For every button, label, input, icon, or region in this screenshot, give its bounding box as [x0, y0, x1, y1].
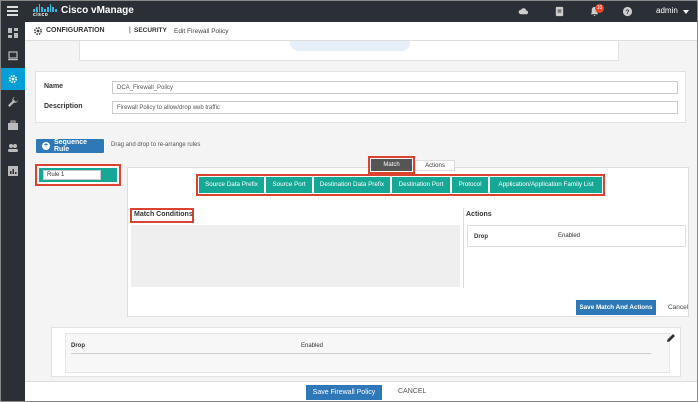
add-sequence-rule-button[interactable]: + Sequence Rule — [36, 139, 104, 153]
actions-title: Actions — [466, 211, 492, 218]
filter-destination-data-prefix[interactable]: Destination Data Prefix — [314, 177, 390, 193]
monitor-icon — [8, 51, 18, 61]
sidebar — [1, 22, 25, 401]
plus-icon: + — [42, 142, 50, 150]
svg-text:?: ? — [626, 9, 630, 16]
sidebar-item-analytics[interactable] — [1, 160, 25, 182]
policy-name-field[interactable]: DCA_Firewall_Policy — [112, 81, 678, 94]
sidebar-item-tools[interactable] — [1, 91, 25, 113]
filter-application-family-list[interactable]: Application/Application Family List — [490, 177, 602, 193]
description-label: Description — [44, 103, 83, 110]
summary-action-name: Drop — [71, 343, 85, 349]
sidebar-item-monitor[interactable] — [1, 45, 25, 67]
brand-text: cisco — [33, 12, 49, 18]
user-menu[interactable]: admin — [656, 6, 678, 15]
wrench-icon — [8, 97, 18, 107]
action-name: Drop — [474, 234, 488, 240]
chevron-down-icon[interactable] — [683, 10, 689, 14]
hamburger-menu-icon[interactable] — [7, 6, 18, 16]
action-row: Drop Enabled — [467, 225, 686, 247]
filter-protocol[interactable]: Protocol — [452, 177, 488, 193]
breadcrumb-separator: | — [129, 27, 131, 34]
filter-destination-port[interactable]: Destination Port — [392, 177, 450, 193]
drag-hint: Drag and drop to re-arrange rules — [111, 142, 201, 148]
panel-divider — [463, 208, 464, 288]
filter-source-port[interactable]: Source Port — [266, 177, 312, 193]
policy-overview-panel — [79, 41, 619, 61]
match-conditions-area — [131, 225, 460, 287]
gear-icon — [33, 26, 43, 36]
breadcrumb: CONFIGURATION | SECURITY Edit Firewall P… — [25, 22, 697, 41]
cancel-button[interactable]: CANCEL — [398, 388, 426, 395]
page-title: Edit Firewall Policy — [174, 28, 229, 35]
cancel-rule-button[interactable]: Cancel — [668, 304, 688, 311]
breadcrumb-configuration[interactable]: CONFIGURATION — [46, 27, 105, 34]
tab-match[interactable]: Match — [371, 159, 412, 171]
sidebar-item-maintenance[interactable] — [1, 114, 25, 136]
notification-badge: 10 — [595, 4, 604, 13]
rule-name-input[interactable]: Rule 1 — [43, 170, 101, 180]
match-conditions-title: Match Conditions — [134, 211, 193, 218]
policy-description-field[interactable]: Firewall Policy to allow/drop web traffi… — [112, 101, 678, 114]
app-title: Cisco vManage — [61, 5, 134, 16]
app-window: cisco Cisco vManage 10 ? admin CONFIGURA… — [0, 0, 698, 402]
sidebar-item-dashboard[interactable] — [1, 22, 25, 44]
sequence-rule-label: Sequence Rule — [53, 139, 88, 153]
top-bar: cisco Cisco vManage 10 ? admin — [1, 1, 697, 22]
toolbox-icon — [8, 120, 18, 130]
sidebar-item-configuration[interactable] — [1, 68, 25, 90]
action-value: Enabled — [558, 233, 581, 239]
overview-pill — [290, 41, 410, 51]
policy-info-panel: Name DCA_Firewall_Policy Description Fir… — [35, 71, 686, 123]
tab-actions[interactable]: Actions — [415, 160, 455, 171]
summary-action-value: Enabled — [301, 343, 324, 349]
users-icon — [8, 144, 18, 152]
rule-summary-panel: Drop Enabled — [51, 327, 681, 377]
rule-item[interactable]: Rule 1 — [35, 164, 121, 186]
dashboard-icon — [8, 28, 18, 38]
rule-item-bar: Rule 1 — [39, 168, 117, 182]
chart-icon — [8, 166, 18, 176]
cisco-logo: cisco — [33, 4, 58, 19]
sidebar-item-administration[interactable] — [1, 137, 25, 159]
summary-row: Drop Enabled — [71, 340, 651, 354]
gear-icon — [8, 74, 18, 84]
breadcrumb-security[interactable]: SECURITY — [134, 27, 167, 34]
cloud-icon[interactable] — [518, 6, 529, 17]
save-firewall-policy-button[interactable]: Save Firewall Policy — [306, 385, 382, 400]
summary-content: Drop Enabled — [65, 333, 670, 373]
help-icon[interactable]: ? — [622, 6, 633, 17]
filter-source-data-prefix[interactable]: Source Data Prefix — [199, 177, 264, 193]
save-match-and-actions-button[interactable]: Save Match And Actions — [576, 300, 656, 315]
pencil-icon[interactable] — [667, 334, 675, 342]
tasks-icon[interactable] — [554, 6, 565, 17]
name-label: Name — [44, 83, 64, 90]
